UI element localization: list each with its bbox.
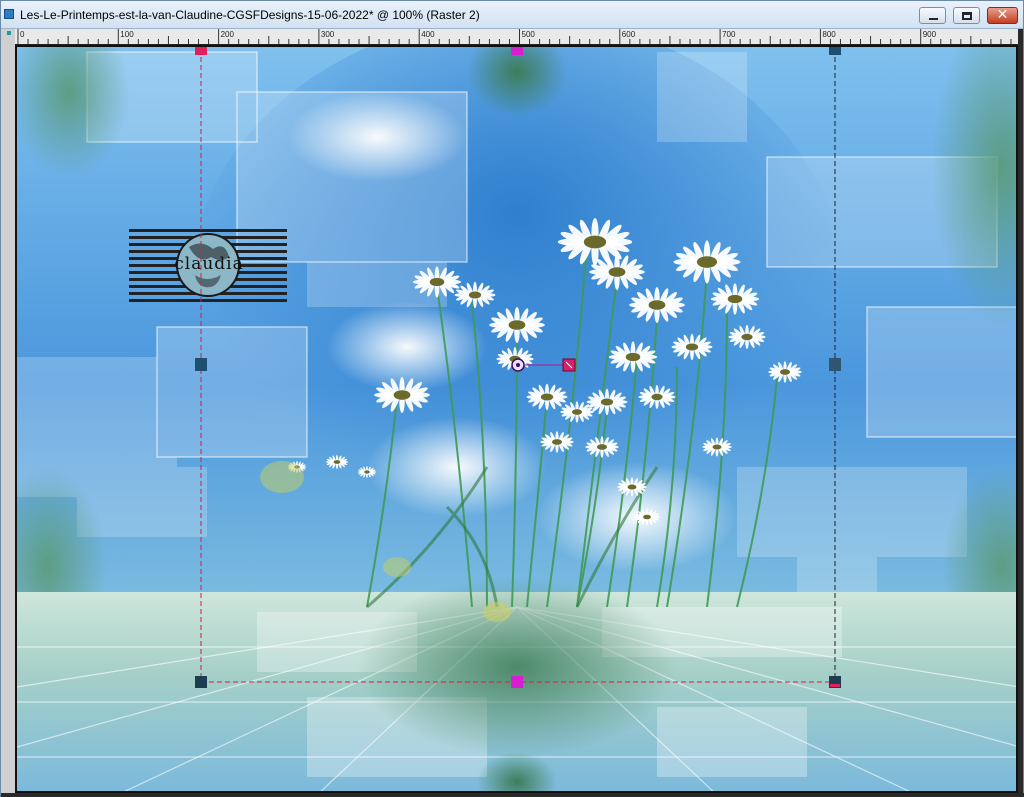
image-canvas[interactable]: claudia: [15, 45, 1018, 793]
ruler-origin-marker: [7, 31, 11, 35]
handle-top-center[interactable]: [511, 47, 523, 55]
minimize-icon: [929, 18, 938, 20]
horizontal-ruler: 0 100 200 300 400 500 600 700 800 900: [15, 29, 1018, 45]
handle-middle-left[interactable]: [195, 358, 207, 371]
vertical-scrollbar[interactable]: [1018, 29, 1023, 797]
handle-top-right[interactable]: [829, 47, 841, 55]
pick-tool-overlay: [195, 47, 841, 688]
app-icon: [4, 9, 14, 19]
ruler-label: 100: [120, 30, 134, 39]
window-title: Les-Le-Printemps-est-la-van-Claudine-CGS…: [20, 8, 480, 22]
title-bar[interactable]: Les-Le-Printemps-est-la-van-Claudine-CGS…: [1, 1, 1023, 29]
ruler-label: 600: [622, 30, 636, 39]
close-button[interactable]: ✕: [987, 7, 1018, 24]
ruler-ticks: 0 100 200 300 400 500 600 700 800 900: [17, 29, 1012, 44]
rotation-handle-icon[interactable]: [562, 358, 576, 372]
ruler-label: 700: [722, 30, 736, 39]
vertical-ruler: [1, 29, 15, 797]
ruler-label: 900: [923, 30, 937, 39]
handle-top-left[interactable]: [195, 47, 207, 55]
handle-bottom-center[interactable]: [511, 676, 523, 688]
horizontal-scrollbar[interactable]: [1, 793, 1024, 797]
handle-bottom-left[interactable]: [195, 676, 207, 688]
ruler-label: 200: [221, 30, 235, 39]
handle-middle-right[interactable]: [829, 358, 841, 371]
ruler-label: 0: [20, 30, 25, 39]
pivot-point-icon[interactable]: [511, 358, 525, 372]
close-icon: ✕: [996, 7, 1009, 23]
maximize-icon: [962, 12, 972, 20]
minimize-button[interactable]: [919, 7, 946, 24]
image-window: Les-Le-Printemps-est-la-van-Claudine-CGS…: [0, 0, 1024, 797]
ruler-label: 400: [421, 30, 435, 39]
ruler-label: 800: [822, 30, 836, 39]
ruler-label: 500: [522, 30, 536, 39]
maximize-button[interactable]: [953, 7, 980, 24]
ruler-label: 300: [321, 30, 335, 39]
